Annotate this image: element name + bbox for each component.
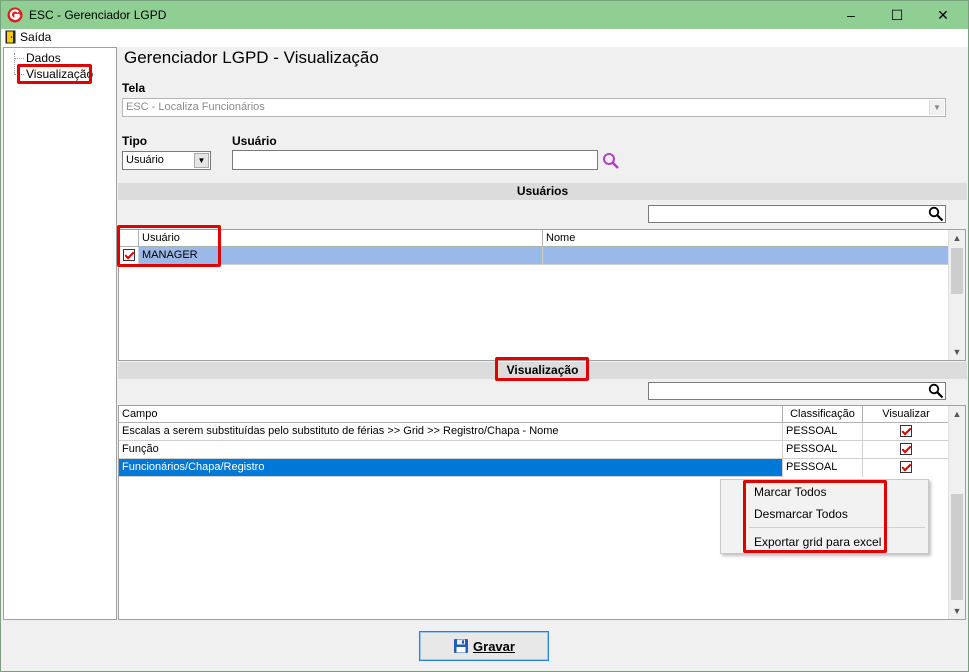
tree-connector: [14, 53, 15, 75]
scroll-up-icon[interactable]: ▲: [949, 406, 965, 422]
search-icon[interactable]: [602, 152, 620, 170]
title-bar[interactable]: ESC - Gerenciador LGPD – ☐ ✕: [1, 1, 968, 29]
tela-combo: ESC - Localiza Funcionários ▼: [122, 98, 946, 117]
visualizar-checkbox[interactable]: [900, 425, 912, 437]
scroll-down-icon[interactable]: ▼: [949, 603, 965, 619]
menu-bar: Saída: [1, 29, 968, 47]
visualizacao-grid-header: Campo Classificação Visualizar: [119, 406, 949, 423]
column-header-visualizar[interactable]: Visualizar: [863, 406, 949, 423]
close-icon: ✕: [937, 6, 949, 23]
tela-label: Tela: [122, 81, 146, 95]
cell-classificacao: PESSOAL: [783, 423, 863, 441]
usuario-input[interactable]: [232, 150, 598, 170]
column-header-nome[interactable]: Nome: [543, 230, 949, 247]
tipo-select[interactable]: Usuário ▼: [122, 151, 211, 170]
cell-visualizar: [863, 459, 949, 477]
nav-item-dados[interactable]: Dados: [26, 51, 61, 65]
cell-classificacao: PESSOAL: [783, 459, 863, 477]
tela-value: ESC - Localiza Funcionários: [126, 101, 265, 113]
table-row-selected[interactable]: Funcionários/Chapa/Registro PESSOAL: [119, 459, 949, 477]
cell-visualizar: [863, 441, 949, 459]
cell-campo: Função: [119, 441, 783, 459]
search-icon[interactable]: [928, 206, 944, 222]
table-row[interactable]: MANAGER: [119, 247, 949, 265]
cell-campo: Escalas a serem substituídas pelo substi…: [119, 423, 783, 441]
usuario-label: Usuário: [232, 134, 277, 148]
highlight-nav-visualizacao: [17, 64, 92, 84]
visualizacao-filter-input[interactable]: [648, 382, 946, 400]
chevron-down-icon: ▼: [929, 100, 944, 115]
maximize-button[interactable]: ☐: [875, 1, 919, 29]
usuarios-grid: Usuário Nome MANAGER ▲ ▼: [118, 229, 966, 361]
cell-nome: [543, 247, 949, 265]
save-label: Gravar: [473, 638, 515, 654]
app-logo-icon: [7, 7, 23, 23]
highlight-context-menu: [743, 480, 887, 553]
scroll-thumb[interactable]: [951, 248, 963, 294]
exit-label: Saída: [20, 30, 52, 44]
highlight-visualizacao-header: [495, 357, 589, 381]
table-row[interactable]: Função PESSOAL: [119, 441, 949, 459]
usuarios-scrollbar[interactable]: ▲ ▼: [948, 230, 965, 360]
floppy-disk-icon: [454, 639, 469, 653]
column-header-campo[interactable]: Campo: [119, 406, 783, 423]
scroll-up-icon[interactable]: ▲: [949, 230, 965, 246]
usuarios-grid-header: Usuário Nome: [119, 230, 949, 247]
tipo-label: Tipo: [122, 134, 148, 148]
minimize-icon: –: [847, 7, 855, 23]
column-header-classificacao[interactable]: Classificação: [783, 406, 863, 423]
visualizacao-scrollbar[interactable]: ▲ ▼: [948, 406, 965, 619]
exit-menu-item[interactable]: Saída: [5, 30, 51, 44]
tree-connector: [14, 58, 24, 59]
tipo-value: Usuário: [126, 154, 164, 166]
window-title: ESC - Gerenciador LGPD: [29, 8, 167, 22]
app-window: ESC - Gerenciador LGPD – ☐ ✕ Saída Dados…: [0, 0, 969, 672]
maximize-icon: ☐: [890, 6, 904, 23]
visualizar-checkbox[interactable]: [900, 443, 912, 455]
search-icon[interactable]: [928, 383, 944, 399]
close-button[interactable]: ✕: [921, 1, 965, 29]
highlight-user-row: [117, 225, 221, 267]
visualizar-checkbox[interactable]: [900, 461, 912, 473]
chevron-down-icon[interactable]: ▼: [194, 153, 209, 168]
save-button[interactable]: Gravar: [419, 631, 549, 661]
usuarios-filter-input[interactable]: [648, 205, 946, 223]
scroll-thumb[interactable]: [951, 494, 963, 600]
cell-visualizar: [863, 423, 949, 441]
cell-classificacao: PESSOAL: [783, 441, 863, 459]
nav-tree: Dados Visualização: [3, 47, 117, 620]
exit-door-icon: [5, 30, 16, 44]
minimize-button[interactable]: –: [829, 1, 873, 29]
scroll-down-icon[interactable]: ▼: [949, 344, 965, 360]
cell-campo: Funcionários/Chapa/Registro: [119, 459, 783, 477]
usuarios-section-header: Usuários: [118, 183, 967, 200]
table-row[interactable]: Escalas a serem substituídas pelo substi…: [119, 423, 949, 441]
page-title: Gerenciador LGPD - Visualização: [124, 48, 379, 67]
